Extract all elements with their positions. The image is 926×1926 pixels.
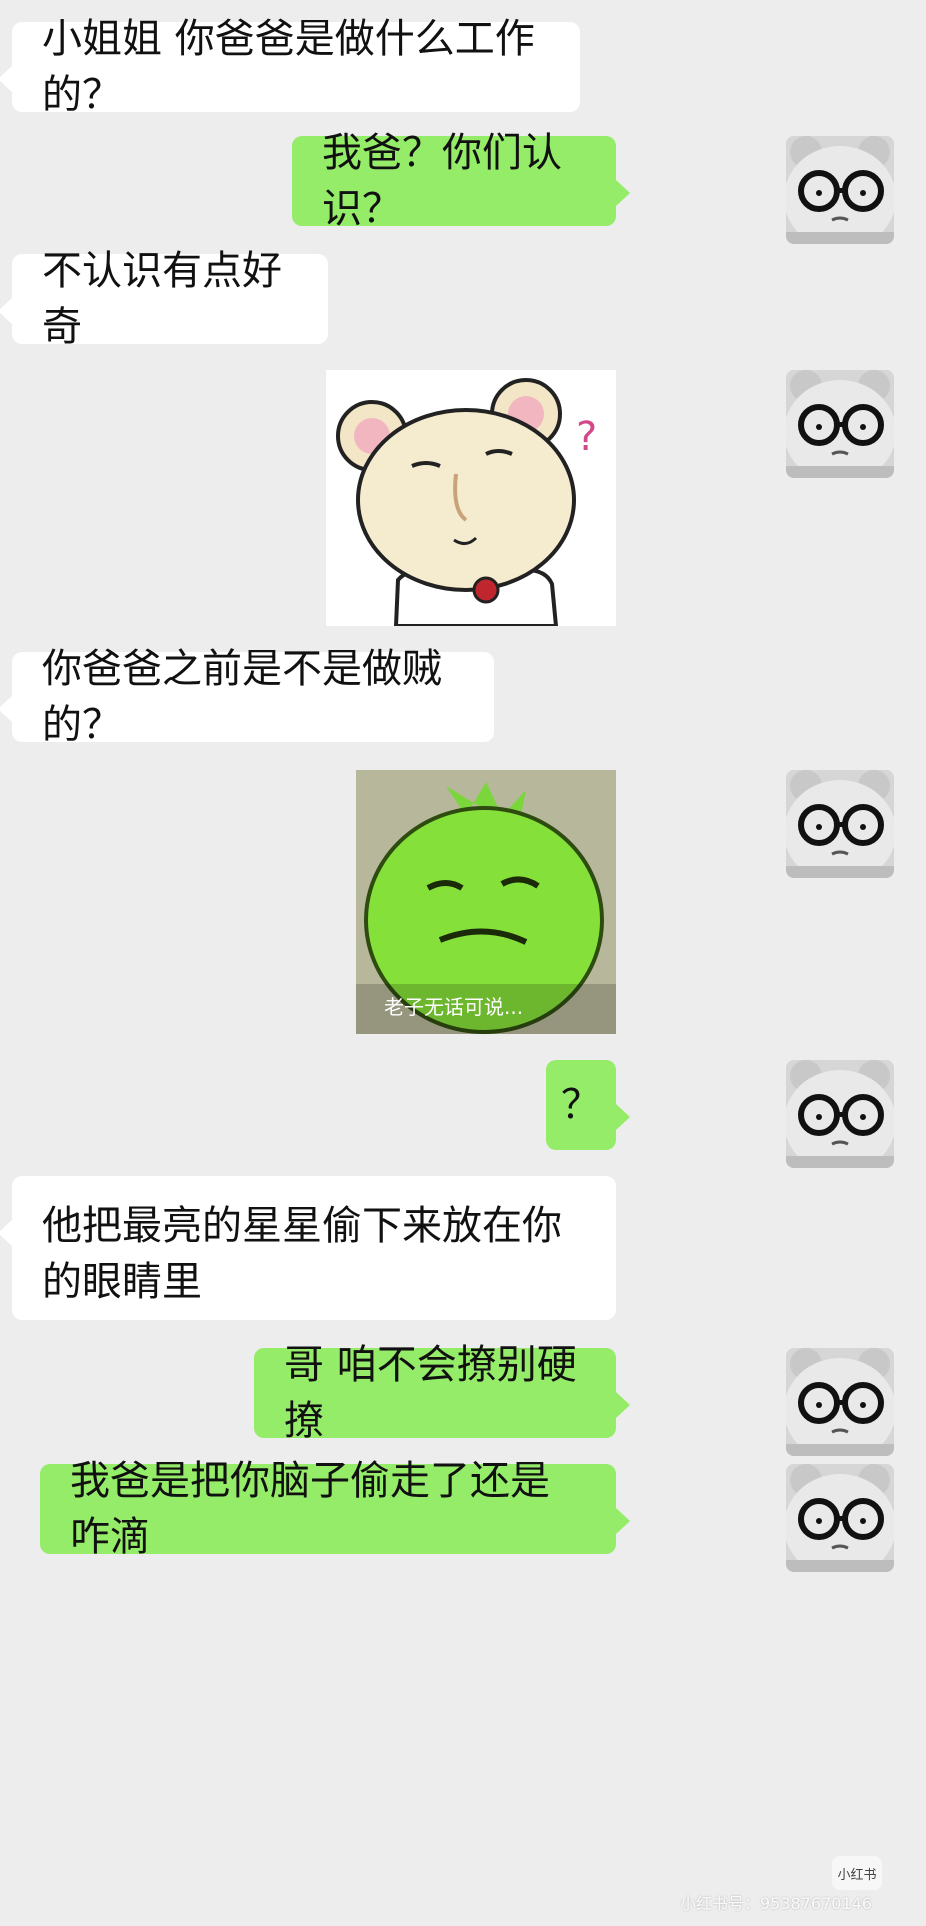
incoming-message[interactable]: 他把最亮的星星偷下来放在你的眼睛里 (0, 1176, 616, 1320)
message-text: 不认识有点好奇 (42, 248, 282, 350)
message-text: 小姐姐 你爸爸是做什么工作的？ (42, 16, 535, 118)
bear-avatar-icon (786, 1464, 894, 1572)
green-face-sticker[interactable]: 老子无话可说... (356, 770, 616, 1034)
watermark-logo: 小红书 (832, 1856, 882, 1890)
message-text: 他把最亮的星星偷下来放在你的眼睛里 (42, 1203, 562, 1305)
message-text: 我爸是把你脑子偷走了还是咋滴 (70, 1458, 550, 1560)
bear-avatar-icon (786, 770, 894, 878)
bear-avatar-icon (786, 1060, 894, 1168)
avatar[interactable] (786, 770, 894, 878)
bear-avatar-icon (786, 136, 894, 244)
outgoing-message[interactable]: ？ (546, 1060, 630, 1150)
incoming-message[interactable]: 你爸爸之前是不是做贼的？ (0, 646, 494, 748)
message-text: 你爸爸之前是不是做贼的？ (42, 646, 442, 748)
confused-bear-sticker[interactable]: ? (326, 370, 616, 626)
outgoing-message[interactable]: 我爸？你们认识？ (292, 130, 630, 232)
incoming-message[interactable]: 不认识有点好奇 (0, 248, 328, 350)
outgoing-message[interactable]: 我爸是把你脑子偷走了还是咋滴 (40, 1458, 630, 1560)
avatar[interactable] (786, 136, 894, 244)
green-face-icon: 老子无话可说... (356, 770, 616, 1034)
message-text: 我爸？你们认识？ (322, 130, 562, 232)
incoming-message[interactable]: 小姐姐 你爸爸是做什么工作的？ (0, 16, 580, 118)
sticker-caption: 老子无话可说... (384, 995, 523, 1019)
svg-text:?: ? (576, 414, 597, 460)
watermark: 小红书号：95387670146 (680, 1894, 872, 1913)
message-text: ？ (561, 1082, 601, 1128)
avatar[interactable] (786, 1348, 894, 1456)
message-text: 哥 咱不会撩别硬撩 (284, 1342, 577, 1444)
avatar[interactable] (786, 370, 894, 478)
bear-avatar-icon (786, 370, 894, 478)
avatar[interactable] (786, 1464, 894, 1572)
bear-face-icon: ? (336, 378, 597, 626)
bear-avatar-icon (786, 1348, 894, 1456)
avatar[interactable] (786, 1060, 894, 1168)
outgoing-message[interactable]: 哥 咱不会撩别硬撩 (254, 1342, 630, 1444)
